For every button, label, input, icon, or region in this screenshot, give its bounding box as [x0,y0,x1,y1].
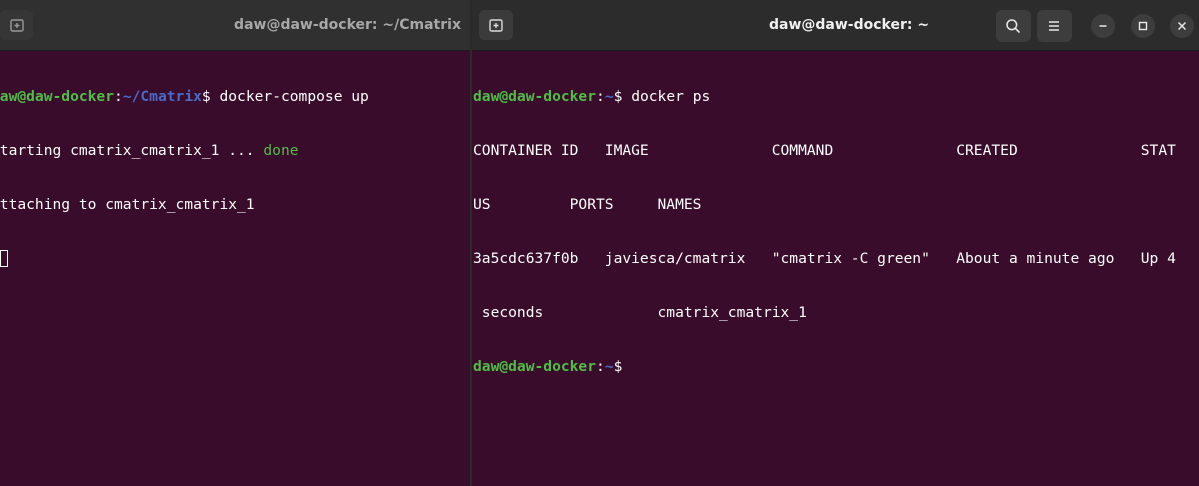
command-text: docker-compose up [210,88,369,105]
maximize-icon [1138,21,1148,31]
search-icon [1006,19,1020,33]
table-row-line: seconds cmatrix_cmatrix_1 [473,304,807,321]
prompt-separator: : [596,88,605,105]
table-header-line: CONTAINER ID IMAGE COMMAND CREATED STAT [473,142,1176,159]
prompt-path: ~/Cmatrix [122,88,202,105]
minimize-icon [1099,25,1107,27]
right-terminal-window: daw@daw-docker: ~ daw@daw-docker:~$ dock… [472,0,1199,486]
new-tab-icon [10,19,24,32]
status-done: done [263,142,299,159]
close-button[interactable] [1170,14,1194,38]
table-row-line: 3a5cdc637f0b javiesca/cmatrix "cmatrix -… [473,250,1176,267]
left-new-tab-button[interactable] [0,10,33,40]
prompt-user: daw@daw-docker [0,88,115,105]
prompt-symbol: $ [201,88,211,105]
prompt-user: daw@daw-docker [473,88,597,105]
prompt-separator: : [596,358,605,375]
maximize-button[interactable] [1131,14,1155,38]
close-icon [1177,21,1187,31]
menu-button[interactable] [1037,10,1072,42]
prompt-path: ~ [604,358,614,375]
terminal-line: daw@daw-docker:~$ docker ps [473,88,1199,106]
left-terminal-output[interactable]: daw@daw-docker:~/Cmatrix$ docker-compose… [0,50,470,486]
new-tab-icon [489,19,503,32]
command-text: docker ps [622,88,711,105]
terminal-line: Attaching to cmatrix_cmatrix_1 [0,196,470,214]
right-titlebar: daw@daw-docker: ~ [472,0,1199,51]
terminal-line: Starting cmatrix_cmatrix_1 ... done [0,142,470,160]
output-text: Attaching to cmatrix_cmatrix_1 [0,196,255,213]
prompt-path: ~ [604,88,614,105]
output-text: Starting cmatrix_cmatrix_1 ... [0,142,264,159]
search-button[interactable] [996,10,1031,42]
prompt-symbol: $ [613,358,623,375]
hamburger-menu-icon [1049,21,1059,31]
terminal-cursor [0,250,8,267]
left-titlebar: daw@daw-docker: ~/Cmatrix [0,0,470,51]
right-new-tab-button[interactable] [479,10,513,40]
terminal-line: daw@daw-docker:~/Cmatrix$ docker-compose… [0,88,470,106]
prompt-separator: : [114,88,123,105]
minimize-button[interactable] [1091,14,1115,38]
right-window-title: daw@daw-docker: ~ [769,17,930,33]
right-terminal-output[interactable]: daw@daw-docker:~$ docker ps CONTAINER ID… [473,50,1199,486]
terminal-line [0,250,470,268]
terminal-line: daw@daw-docker:~$ [473,358,1199,376]
prompt-user: daw@daw-docker [473,358,597,375]
left-terminal-window: daw@daw-docker: ~/Cmatrix daw@daw-docker… [0,0,470,486]
table-header-line: US PORTS NAMES [473,196,702,213]
left-window-title: daw@daw-docker: ~/Cmatrix [234,17,461,33]
